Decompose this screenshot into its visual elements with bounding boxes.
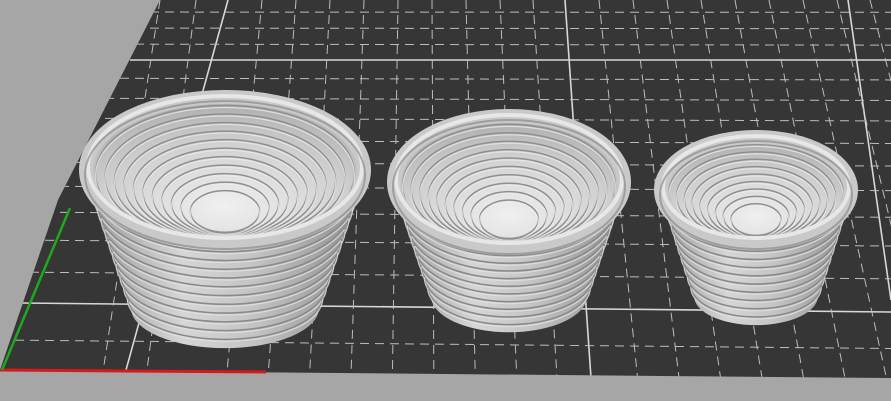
3d-viewport[interactable]	[0, 0, 891, 401]
scene-canvas[interactable]	[0, 0, 891, 401]
x-axis-line	[0, 368, 267, 374]
